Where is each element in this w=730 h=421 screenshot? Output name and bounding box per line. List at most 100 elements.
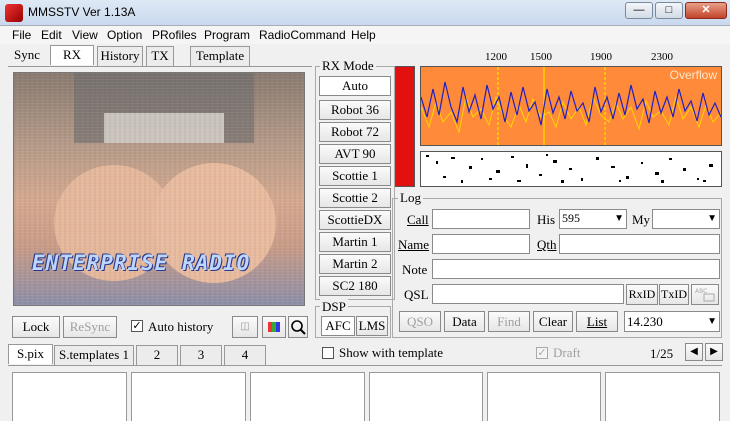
menu-file[interactable]: File <box>12 28 31 42</box>
thumbnail-slot[interactable] <box>369 372 483 421</box>
mode-robot72-button[interactable]: Robot 72 <box>319 122 391 142</box>
spectrum-display[interactable]: Overflow <box>420 66 722 146</box>
dsp-label: DSP <box>320 299 348 315</box>
mode-auto-button[interactable]: Auto <box>319 76 391 96</box>
freq-tick-2300: 2300 <box>651 51 673 63</box>
mode-scottiedx-button[interactable]: ScottieDX <box>319 210 391 230</box>
draft-label: Draft <box>553 345 581 360</box>
rx-picture: ENTERPRISE RADIO <box>13 72 305 306</box>
show-template-checkbox[interactable] <box>322 347 334 359</box>
menu-edit[interactable]: Edit <box>41 28 62 42</box>
mode-martin1-button[interactable]: Martin 1 <box>319 232 391 252</box>
waterfall-display[interactable] <box>420 151 722 187</box>
menu-help[interactable]: Help <box>351 28 376 42</box>
call-field[interactable] <box>432 209 530 229</box>
find-button[interactable]: Find <box>488 311 530 332</box>
mode-scottie1-button[interactable]: Scottie 1 <box>319 166 391 186</box>
menu-profiles[interactable]: PRofiles <box>152 28 197 42</box>
log-label: Log <box>398 190 423 206</box>
afc-button[interactable]: AFC <box>321 316 355 336</box>
rx-mode-label: RX Mode <box>320 58 376 74</box>
show-template-label: Show with template <box>339 345 443 360</box>
mode-sc2-180-button[interactable]: SC2 180 <box>319 276 391 296</box>
waterfall-noise <box>421 152 721 186</box>
frequency-select[interactable]: 14.230 ▼ <box>624 311 720 332</box>
close-icon[interactable]: ✕ <box>685 2 727 19</box>
tab-sync[interactable]: Sync <box>8 46 46 66</box>
tab-rx[interactable]: RX <box>50 45 94 65</box>
his-field[interactable]: 595 ▼ <box>559 209 627 229</box>
tab-divider <box>8 66 312 67</box>
menu-option[interactable]: Option <box>107 28 142 42</box>
next-page-icon[interactable]: ▶ <box>705 343 723 361</box>
window-title: MMSSTV Ver 1.13A <box>28 5 136 19</box>
image-overlay-text: ENTERPRISE RADIO <box>32 251 251 275</box>
mode-martin2-button[interactable]: Martin 2 <box>319 254 391 274</box>
maximize-icon[interactable]: □ <box>655 2 683 19</box>
mode-robot36-button[interactable]: Robot 36 <box>319 100 391 120</box>
tab-stemplates-1[interactable]: S.templates 1 <box>54 345 134 365</box>
list-button[interactable]: List <box>576 311 618 332</box>
thumbnail-slot[interactable] <box>250 372 365 421</box>
my-field[interactable]: ▼ <box>652 209 720 229</box>
copy-image-icon[interactable]: ◫ <box>232 316 258 338</box>
thumbnail-slot[interactable] <box>131 372 246 421</box>
signal-level-meter <box>395 66 415 187</box>
freq-tick-1900: 1900 <box>590 51 612 63</box>
tab-tx[interactable]: TX <box>146 46 174 66</box>
qsl-label: QSL <box>404 287 429 302</box>
auto-history-label: Auto history <box>148 319 214 334</box>
menu-program[interactable]: Program <box>204 28 250 42</box>
thumbnail-slot[interactable] <box>605 372 720 421</box>
frequency-value: 14.230 <box>627 314 663 329</box>
freq-tick-1500: 1500 <box>530 51 552 63</box>
tab-stemplates-2[interactable]: 2 <box>136 345 178 365</box>
title-bar: MMSSTV Ver 1.13A — □ ✕ <box>0 0 730 26</box>
abc-text-icon[interactable]: ABC <box>691 284 719 305</box>
qso-button[interactable]: QSO <box>399 311 441 332</box>
txid-button[interactable]: TxID <box>659 284 689 305</box>
tab-spix[interactable]: S.pix <box>8 344 53 364</box>
mode-avt90-button[interactable]: AVT 90 <box>319 144 391 164</box>
data-button[interactable]: Data <box>444 311 485 332</box>
auto-history-checkbox[interactable]: ✓ <box>131 320 143 332</box>
freq-tick-1200: 1200 <box>485 51 507 63</box>
qsl-field[interactable] <box>432 284 624 304</box>
tab-template[interactable]: Template <box>190 46 250 66</box>
resync-button[interactable]: ReSync <box>63 316 117 338</box>
menu-bar: File Edit View Option PRofiles Program R… <box>0 26 730 44</box>
draft-checkbox[interactable]: ✓ <box>536 347 548 359</box>
thumbnail-slot[interactable] <box>12 372 127 421</box>
tab-stemplates-3[interactable]: 3 <box>180 345 222 365</box>
qth-label: Qth <box>537 237 557 252</box>
prev-page-icon[interactable]: ◀ <box>685 343 703 361</box>
note-field[interactable] <box>432 259 720 279</box>
my-dropdown-icon[interactable]: ▼ <box>707 210 717 227</box>
menu-view[interactable]: View <box>72 28 98 42</box>
color-bars-icon[interactable] <box>262 316 286 338</box>
frequency-dropdown-icon[interactable]: ▼ <box>707 312 717 331</box>
lock-button[interactable]: Lock <box>12 316 60 338</box>
minimize-icon[interactable]: — <box>625 2 653 19</box>
name-label: Name <box>398 237 430 252</box>
name-field[interactable] <box>432 234 530 254</box>
his-value: 595 <box>562 211 580 225</box>
clear-button[interactable]: Clear <box>533 311 573 332</box>
menu-radiocommand[interactable]: RadioCommand <box>259 28 346 42</box>
thumbnail-slot[interactable] <box>487 372 601 421</box>
qth-field[interactable] <box>559 234 720 254</box>
app-icon <box>5 4 23 22</box>
rxid-button[interactable]: RxID <box>626 284 658 305</box>
page-indicator: 1/25 <box>650 346 674 361</box>
note-label: Note <box>402 262 428 277</box>
tab-history[interactable]: History <box>97 46 143 66</box>
tab-stemplates-4[interactable]: 4 <box>224 345 266 365</box>
my-label: My <box>632 212 651 227</box>
his-dropdown-icon[interactable]: ▼ <box>614 210 624 227</box>
bottom-tab-divider <box>8 365 722 366</box>
lms-button[interactable]: LMS <box>356 316 388 336</box>
his-label: His <box>537 212 556 227</box>
mode-scottie2-button[interactable]: Scottie 2 <box>319 188 391 208</box>
overflow-status: Overflow <box>669 68 717 82</box>
magnifier-icon[interactable] <box>288 316 308 338</box>
